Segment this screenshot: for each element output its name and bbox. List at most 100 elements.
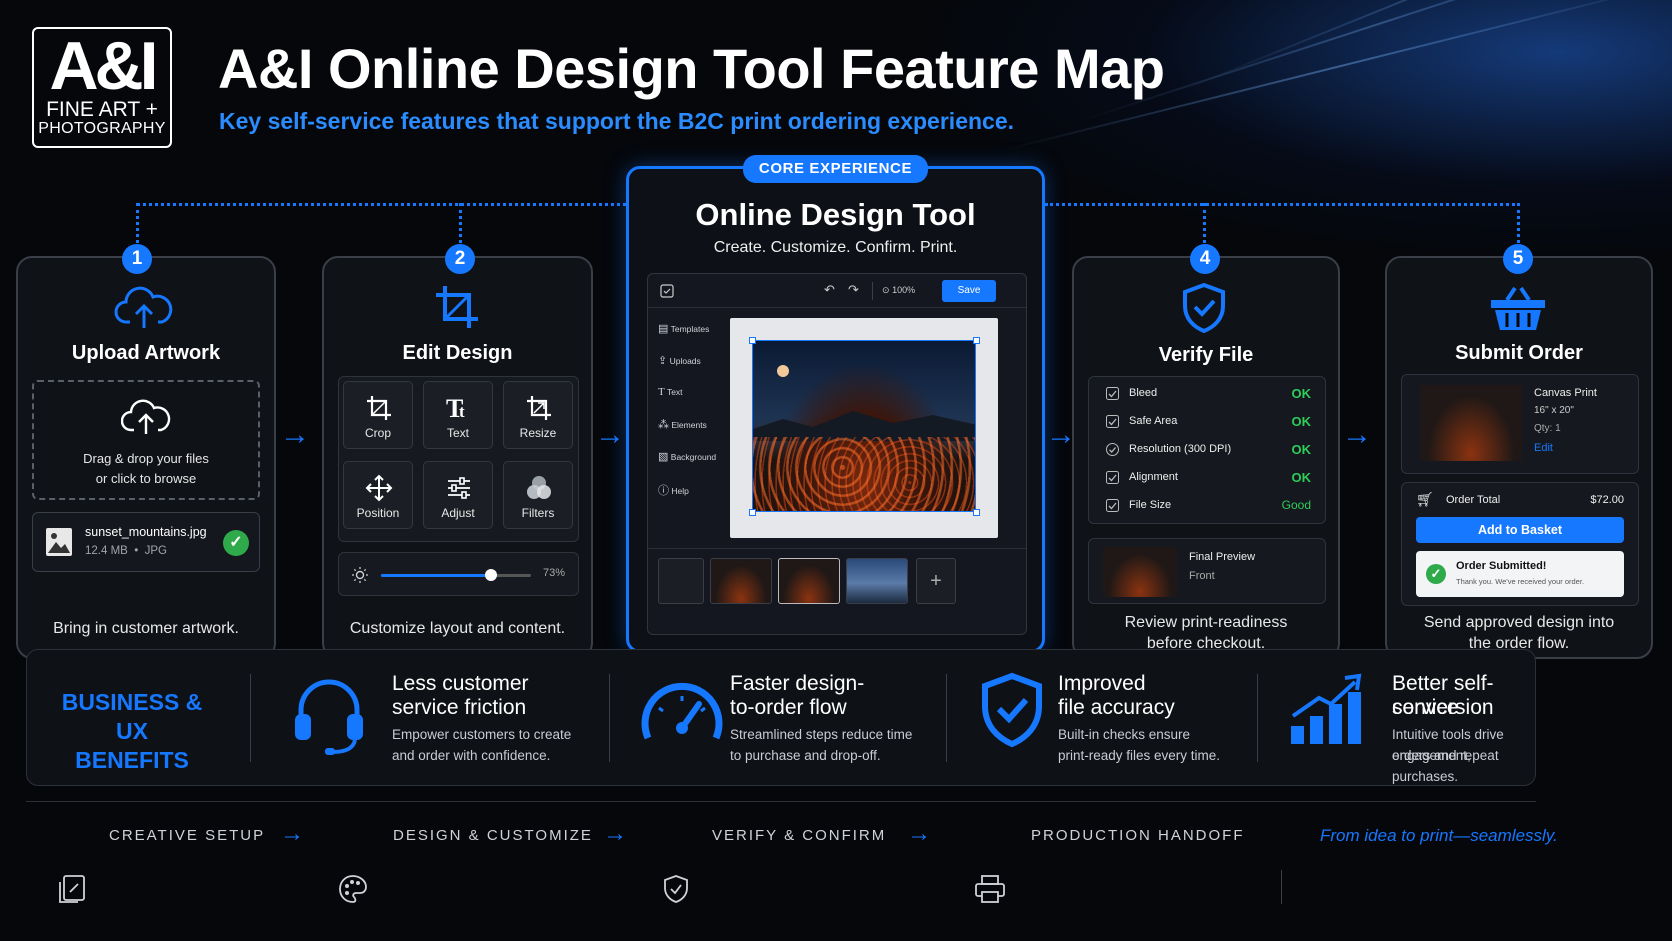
drop-instruction: Drag & drop your files bbox=[83, 451, 209, 466]
edit-link[interactable]: Edit bbox=[1534, 442, 1553, 454]
cloud-upload-icon bbox=[120, 399, 171, 434]
sidebar-item-help[interactable]: ⓘ Help bbox=[658, 482, 689, 498]
flow-arrow-icon: → bbox=[595, 418, 625, 451]
edit-tools-grid: Crop Tt Text Resize Position Adjust Filt… bbox=[338, 376, 579, 542]
sidebar-item-uploads[interactable]: ⇪ Uploads bbox=[658, 354, 701, 367]
benefit-title: to-order flow bbox=[730, 696, 847, 719]
order-total-value: $72.00 bbox=[1590, 494, 1624, 506]
check-status: OK bbox=[1291, 470, 1312, 485]
page-thumb-selected[interactable] bbox=[778, 558, 840, 604]
check-name: Resolution (300 DPI) bbox=[1129, 443, 1232, 455]
zoom-control[interactable]: ⊙ 100% bbox=[882, 285, 915, 296]
upload-icon: ⇪ bbox=[658, 355, 668, 367]
uploaded-file-row[interactable]: sunset_mountains.jpg 12.4 MB • JPG ✓ bbox=[32, 512, 260, 572]
crop-icon bbox=[367, 396, 391, 420]
check-box-icon bbox=[1106, 499, 1119, 517]
redo-icon[interactable]: ↷ bbox=[848, 282, 859, 298]
card-title: Upload Artwork bbox=[71, 342, 221, 364]
shield-check-icon bbox=[982, 672, 1042, 748]
sidebar-label: Uploads bbox=[669, 356, 701, 366]
divider bbox=[1257, 674, 1258, 762]
check-circle-icon: ✓ bbox=[1426, 564, 1446, 584]
sidebar-label: Text bbox=[666, 387, 683, 397]
sidebar-item-background[interactable]: ▧ Background bbox=[658, 450, 716, 463]
benefit-title: service friction bbox=[392, 696, 527, 719]
page-subtitle: Key self-service features that support t… bbox=[219, 108, 1015, 134]
product-size: 16" x 20" bbox=[1534, 405, 1574, 416]
position-tool-button[interactable]: Position bbox=[343, 461, 413, 529]
image-file-icon bbox=[46, 528, 72, 556]
slider-value: 73% bbox=[543, 567, 566, 579]
step-number-badge: 2 bbox=[445, 244, 475, 274]
core-tagline: Create. Customize. Confirm. Print. bbox=[713, 239, 958, 256]
slider-track[interactable] bbox=[381, 569, 531, 581]
text-tool-button[interactable]: Tt Text bbox=[423, 381, 493, 449]
benefit-desc: Built-in checks ensure bbox=[1058, 727, 1191, 742]
page-thumb[interactable] bbox=[710, 558, 772, 604]
add-to-basket-button[interactable]: Add to Basket bbox=[1416, 517, 1624, 543]
logo-line2: PHOTOGRAPHY bbox=[38, 120, 166, 137]
sidebar-item-text[interactable]: T Text bbox=[658, 386, 683, 398]
connector-line bbox=[1203, 203, 1206, 243]
card-footer: Bring in customer artwork. bbox=[53, 620, 239, 637]
move-arrows-icon bbox=[365, 474, 393, 502]
file-size: 12.4 MB bbox=[85, 545, 128, 557]
sidebar-label: Templates bbox=[670, 324, 710, 334]
editor-toolbar: ↶ ↷ ⊙ 100% Save bbox=[648, 274, 1026, 308]
save-button[interactable]: Save bbox=[942, 280, 996, 302]
sidebar-item-templates[interactable]: ▤ Templates bbox=[658, 322, 709, 335]
resize-tool-button[interactable]: Resize bbox=[503, 381, 573, 449]
connector-line bbox=[1045, 203, 1520, 206]
preview-title: Final Preview bbox=[1189, 551, 1256, 563]
tool-label: Crop bbox=[364, 426, 391, 440]
sidebar-label: Help bbox=[671, 486, 689, 496]
logo-line1: FINE ART + bbox=[46, 98, 158, 121]
final-preview-box[interactable]: Final Preview Front bbox=[1088, 538, 1326, 604]
thumb-divider bbox=[648, 548, 1026, 549]
flow-arrow-icon: → bbox=[280, 418, 310, 451]
selection-handle[interactable] bbox=[749, 509, 756, 516]
design-canvas[interactable] bbox=[730, 318, 998, 538]
sidebar-label: Elements bbox=[671, 420, 707, 430]
basket-icon bbox=[1491, 286, 1545, 330]
selection-handle[interactable] bbox=[973, 337, 980, 344]
tool-label: Position bbox=[356, 506, 400, 520]
check-row: Resolution (300 DPI) OK bbox=[1089, 437, 1325, 464]
layout-thumb[interactable] bbox=[658, 558, 704, 604]
undo-icon[interactable]: ↶ bbox=[824, 282, 835, 298]
footer-stage: DESIGN & CUSTOMIZE bbox=[393, 827, 593, 844]
benefit-title: Faster design- bbox=[730, 672, 865, 695]
product-thumbnail bbox=[1420, 385, 1522, 461]
check-box-icon bbox=[1106, 471, 1119, 489]
footer-stage: VERIFY & CONFIRM bbox=[712, 827, 887, 844]
adjust-tool-button[interactable]: Adjust bbox=[423, 461, 493, 529]
card-footer: Customize layout and content. bbox=[349, 620, 566, 637]
slider-fill bbox=[381, 574, 491, 577]
selection-handle[interactable] bbox=[973, 509, 980, 516]
design-tool-mockup: ↶ ↷ ⊙ 100% Save ▤ Templates ⇪ Uploads T … bbox=[647, 273, 1027, 635]
connector-line bbox=[1517, 203, 1520, 243]
filters-tool-button[interactable]: Filters bbox=[503, 461, 573, 529]
brand-logo: A&I FINE ART + PHOTOGRAPHY bbox=[32, 27, 172, 148]
check-status: OK bbox=[1291, 386, 1312, 401]
benefit-desc: and order with confidence. bbox=[392, 748, 551, 763]
shield-check-icon bbox=[664, 875, 688, 903]
plus-icon[interactable]: + bbox=[916, 558, 956, 604]
step-number-badge: 5 bbox=[1503, 244, 1533, 274]
background-icon: ▧ bbox=[658, 451, 669, 463]
benefit-desc: Streamlined steps reduce time bbox=[730, 727, 913, 742]
crop-icon bbox=[436, 286, 478, 328]
tool-label: Filters bbox=[521, 506, 555, 520]
file-dropzone[interactable]: Drag & drop your files or click to brows… bbox=[32, 380, 260, 500]
sidebar-item-elements[interactable]: ⁂ Elements bbox=[658, 418, 707, 431]
artwork-image[interactable] bbox=[752, 340, 976, 512]
benefit-desc: orders and repeat purchases. bbox=[1392, 748, 1499, 784]
page-thumb[interactable] bbox=[846, 558, 908, 604]
speedometer-icon bbox=[641, 682, 723, 740]
selection-handle[interactable] bbox=[749, 337, 756, 344]
footer-tagline: From idea to print—seamlessly. bbox=[1320, 826, 1558, 845]
crop-tool-button[interactable]: Crop bbox=[343, 381, 413, 449]
benefits-heading-line: UX BENEFITS bbox=[75, 718, 189, 773]
slider-thumb[interactable] bbox=[484, 569, 497, 581]
flow-arrow-icon: → bbox=[603, 820, 627, 847]
